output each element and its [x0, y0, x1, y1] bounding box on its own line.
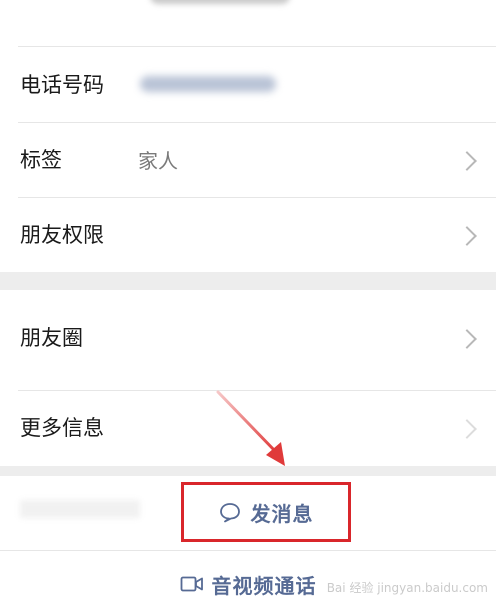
friend-permissions-label: 朋友权限 — [20, 223, 104, 247]
moments-row[interactable]: 朋友圈 — [0, 290, 496, 390]
tags-row[interactable]: 标签 家人 — [0, 123, 496, 197]
tags-label: 标签 — [20, 148, 62, 172]
chevron-right-icon — [457, 226, 477, 246]
send-message-button[interactable]: 发消息 — [184, 485, 348, 539]
contact-profile-page: 电话号码 标签 家人 朋友权限 朋友圈 更多信息 发消息 音视频通话 Bai 经… — [0, 0, 496, 602]
blurred-header-text — [150, 0, 290, 4]
more-info-label: 更多信息 — [20, 416, 104, 440]
contact-info-section: 电话号码 标签 家人 朋友权限 — [0, 0, 496, 272]
moments-label: 朋友圈 — [20, 326, 83, 350]
blurred-background-text — [20, 500, 140, 518]
tags-value: 家人 — [138, 149, 178, 173]
divider — [0, 550, 496, 551]
phone-number-blurred — [140, 76, 276, 92]
video-call-label: 音视频通话 — [211, 573, 317, 598]
send-message-label: 发消息 — [250, 501, 314, 526]
social-section: 朋友圈 更多信息 — [0, 290, 496, 466]
phone-row[interactable]: 电话号码 — [0, 47, 496, 122]
chat-bubble-icon — [219, 503, 240, 523]
send-message-highlight: 发消息 — [181, 482, 351, 542]
chevron-right-icon — [457, 151, 477, 171]
video-camera-icon — [180, 576, 203, 592]
friend-permissions-row[interactable]: 朋友权限 — [0, 198, 496, 272]
watermark: Bai 经验 jingyan.baidu.com — [326, 581, 488, 595]
chevron-right-icon — [457, 329, 477, 349]
chevron-right-icon — [457, 419, 477, 439]
more-info-row[interactable]: 更多信息 — [0, 391, 496, 466]
phone-label: 电话号码 — [20, 73, 104, 97]
